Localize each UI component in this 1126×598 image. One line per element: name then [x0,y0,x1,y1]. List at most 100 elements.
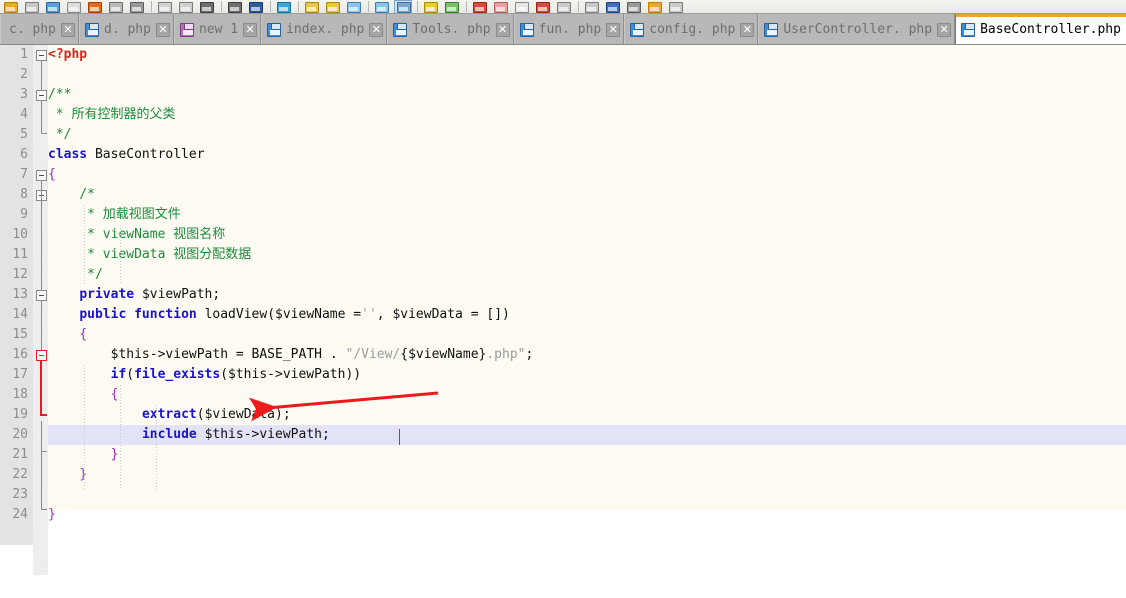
code-line[interactable]: 5 */ [0,125,1126,145]
code-line[interactable]: 8 /* [0,185,1126,205]
copy-icon[interactable] [156,0,174,13]
tab-new-1[interactable]: new 1 ✕ [173,14,262,44]
tab-bar[interactable]: c. php ✕ d. php ✕ new 1 ✕ index. php ✕ Tools. ph… [0,14,1126,45]
paste-icon[interactable] [177,0,195,13]
find-icon[interactable] [247,0,265,13]
bookmark-icon[interactable] [345,0,363,13]
code-text: { [48,167,56,182]
fold-toggle-line-18[interactable] [36,350,47,361]
toolbar-separator [466,1,467,12]
fold-toggle-line-1[interactable] [36,50,47,61]
f-icon[interactable] [625,0,643,13]
code-text: * viewName 视图名称 [48,227,226,242]
code-line[interactable]: 1 <?php [0,45,1126,65]
save-icon[interactable] [23,0,41,13]
window-icon[interactable] [667,0,685,13]
tag-icon[interactable] [471,0,489,13]
code-line[interactable]: 12 */ [0,265,1126,285]
tab-close-button[interactable]: ✕ [937,22,952,37]
code-lines[interactable]: 1 <?php 2 3/** 4 * 所有控制器的父类 5 */6 class BaseCo… [0,45,1126,525]
toolbar-separator [151,1,152,12]
code-line[interactable]: 21 } [0,445,1126,465]
code-text: if(file_exists($this->viewPath)) [110,367,362,382]
tab-c-php[interactable]: c. php ✕ [0,14,79,44]
redo-icon[interactable] [226,0,244,13]
code-line[interactable]: 2 [0,65,1126,85]
code-line-current[interactable]: 20 include $this->viewPath; [0,425,1126,445]
format-icon[interactable] [443,0,461,13]
code-line[interactable]: 4 * 所有控制器的父类 [0,105,1126,125]
tab-fun-php[interactable]: fun. php ✕ [513,14,625,44]
code-text: * viewData 视图分配数据 [48,247,252,262]
zoom-out-icon[interactable] [324,0,342,13]
tab-config-php[interactable]: config. php ✕ [624,14,759,44]
zoom-in-icon[interactable] [303,0,321,13]
code-line[interactable]: 11 * viewData 视图分配数据 [0,245,1126,265]
text-caret [399,429,400,445]
tab-tools-php[interactable]: Tools. php ✕ [387,14,514,44]
ftp-icon[interactable] [646,0,664,13]
bookmark-next-icon[interactable] [373,0,391,13]
code-text: private $viewPath; [79,287,221,302]
code-line[interactable]: 18 { [0,385,1126,405]
code-text: include $this->viewPath; [141,427,330,442]
code-line[interactable]: 17 if(file_exists($this->viewPath)) [0,365,1126,385]
fold-toggle-line-3[interactable] [36,90,47,101]
cut-icon[interactable] [128,0,146,13]
tab-close-button[interactable]: ✕ [369,22,384,37]
code-editor[interactable]: 1 <?php 2 3/** 4 * 所有控制器的父类 5 */6 class BaseCo… [0,45,1126,598]
undo-icon[interactable] [198,0,216,13]
code-line[interactable]: 24} [0,505,1126,525]
print-icon[interactable] [107,0,125,13]
tab-basecontroller-php[interactable]: BaseController.php✕ [955,14,1126,44]
tab-close-button[interactable]: ✕ [155,22,170,37]
fold-toggle-line-15[interactable] [36,290,47,301]
map-icon[interactable] [492,0,510,13]
tab-d-php[interactable]: d. php ✕ [78,14,174,44]
record-icon[interactable] [583,0,601,13]
code-line[interactable]: 19 extract($viewData); [0,405,1126,425]
brush-icon[interactable] [513,0,531,13]
tab-close-button[interactable]: ✕ [243,22,258,37]
close-icon[interactable] [86,0,104,13]
code-line[interactable]: 7{ [0,165,1126,185]
tab-close-button[interactable]: ✕ [495,22,510,37]
code-line[interactable]: 13 private $viewPath; [0,285,1126,305]
stop-icon[interactable] [534,0,552,13]
code-line[interactable]: 9 * 加载视图文件 [0,205,1126,225]
code-line[interactable]: 16 $this->viewPath = BASE_PATH . "/View/… [0,345,1126,365]
replace-icon[interactable] [275,0,293,13]
code-line[interactable]: 3 /** [0,85,1126,105]
code-text: */ [48,127,72,142]
tab-label: d. php [103,22,151,37]
open-folder-icon[interactable] [2,0,20,13]
line-number: 16 [12,347,28,362]
fold-toggle-line-7[interactable] [36,170,47,181]
code-line[interactable]: 6 class BaseController [0,145,1126,165]
wrap-icon[interactable] [422,0,440,13]
indent-icon[interactable] [394,0,412,13]
tab-usercontroller-php[interactable]: UserController. php ✕ [758,14,956,44]
code-line[interactable]: 15 { [0,325,1126,345]
print-preview-icon[interactable] [65,0,83,13]
tab-close-button[interactable]: ✕ [606,22,621,37]
save-all-icon[interactable] [44,0,62,13]
code-text: } [48,465,87,485]
code-line[interactable]: 10 * viewName 视图名称 [0,225,1126,245]
code-line[interactable]: 23 [0,485,1126,505]
code-line[interactable]: 22 } [0,465,1126,485]
indent-guide [84,365,85,490]
floppy-icon [961,22,976,37]
browser-icon[interactable] [555,0,573,13]
line-number: 21 [12,447,28,462]
tab-close-button[interactable]: ✕ [60,22,75,37]
tab-close-button[interactable]: ✕ [740,22,755,37]
line-number: 11 [12,247,28,262]
code-text: public function loadView($viewName ='', … [79,307,510,322]
tab-index-php[interactable]: index. php ✕ [261,14,388,44]
panel-icon[interactable] [604,0,622,13]
floppy-icon [84,22,99,37]
line-number: 1 [20,47,28,62]
code-text: class BaseController [48,147,205,162]
code-line[interactable]: 14 public function loadView($viewName ='… [0,305,1126,325]
